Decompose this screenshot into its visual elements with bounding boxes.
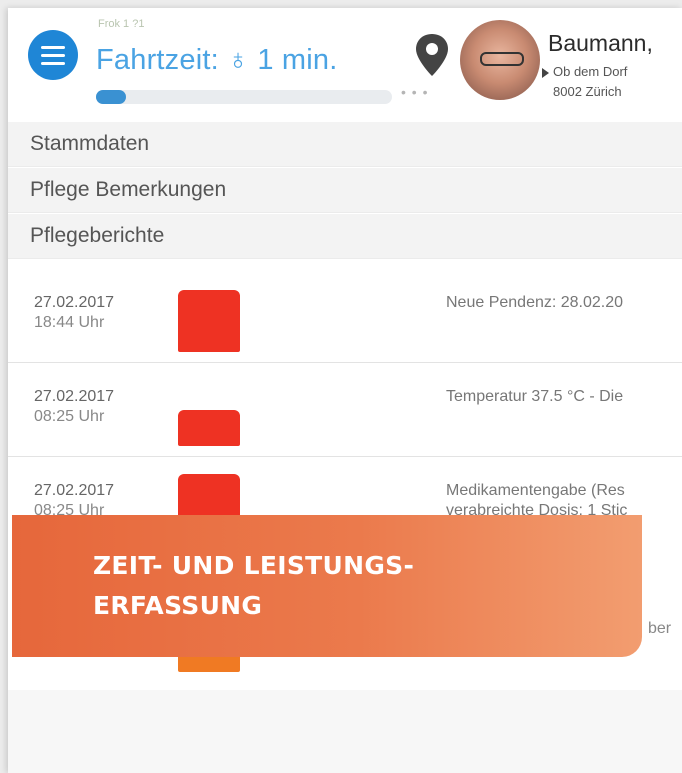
header-bar: Frok 1 ?1 Fahrtzeit: ♁ 1 min. • • • Baum… bbox=[8, 8, 682, 122]
patient-street: Ob dem Dorf bbox=[553, 64, 628, 79]
entry-description: Neue Pendenz: 28.02.20 bbox=[446, 294, 624, 311]
section-stammdaten[interactable]: Stammdaten bbox=[8, 122, 682, 167]
drive-progress-fill bbox=[96, 90, 126, 104]
entry-description: Temperatur 37.5 °C - Die bbox=[446, 388, 624, 405]
entry-description-tail: ber bbox=[648, 620, 672, 637]
status-block bbox=[178, 290, 240, 352]
row-divider bbox=[8, 456, 682, 457]
footer-area bbox=[8, 690, 682, 773]
banner-title-line1: ZEIT- UND LEISTUNGS- bbox=[93, 551, 415, 580]
entry-date: 27.02.2017 bbox=[34, 482, 115, 499]
patient-name[interactable]: Baumann, bbox=[548, 30, 653, 57]
feature-banner: ZEIT- UND LEISTUNGS- ERFASSUNG bbox=[12, 515, 642, 657]
drive-progress-bar bbox=[96, 90, 392, 104]
status-block bbox=[178, 410, 240, 446]
patient-city: 8002 Zürich bbox=[553, 84, 622, 99]
entry-time: 18:44 Uhr bbox=[34, 314, 105, 331]
drive-time: Fahrtzeit: ♁ 1 min. bbox=[96, 44, 338, 76]
entry-description: Medikamentengabe (Res bbox=[446, 482, 625, 499]
entry-date: 27.02.2017 bbox=[34, 388, 115, 405]
section-label: Pflege Bemerkungen bbox=[30, 178, 227, 201]
map-pin-icon[interactable] bbox=[410, 30, 454, 78]
app-screen: Frok 1 ?1 Fahrtzeit: ♁ 1 min. • • • Baum… bbox=[8, 8, 682, 773]
menu-icon[interactable] bbox=[28, 30, 78, 80]
row-divider bbox=[8, 362, 682, 363]
banner-title-line2: ERFASSUNG bbox=[93, 591, 263, 620]
section-pflege-bemerkungen[interactable]: Pflege Bemerkungen bbox=[8, 168, 682, 213]
chevron-right-icon bbox=[542, 68, 549, 78]
section-pflegeberichte[interactable]: Pflegeberichte bbox=[8, 214, 682, 259]
entry-time: 08:25 Uhr bbox=[34, 408, 105, 425]
more-dots[interactable]: • • • bbox=[401, 84, 428, 100]
section-label: Stammdaten bbox=[30, 132, 150, 155]
patient-avatar[interactable] bbox=[460, 20, 540, 100]
section-label: Pflegeberichte bbox=[30, 224, 165, 247]
report-entry[interactable]: 27.02.2017 08:25 Uhr Temperatur 37.5 °C … bbox=[8, 370, 682, 456]
route-label: Frok 1 ?1 bbox=[98, 18, 145, 30]
report-entry[interactable]: 27.02.2017 18:44 Uhr Neue Pendenz: 28.02… bbox=[8, 276, 682, 362]
entry-date: 27.02.2017 bbox=[34, 294, 115, 311]
